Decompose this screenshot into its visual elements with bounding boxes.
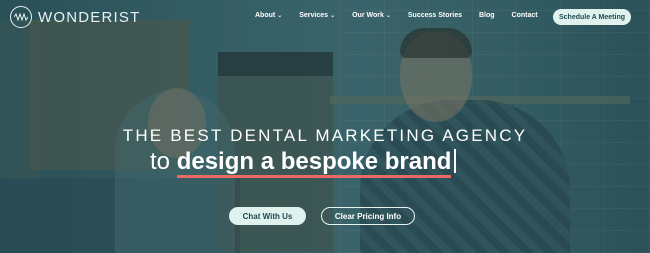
- nav-item-label: About: [255, 12, 276, 19]
- schedule-meeting-button[interactable]: Schedule A Meeting: [553, 9, 631, 25]
- nav-item-success-stories[interactable]: Success Stories: [408, 12, 462, 19]
- chevron-down-icon: ⌄: [385, 13, 391, 19]
- clear-pricing-button[interactable]: Clear Pricing Info: [321, 207, 415, 225]
- chat-with-us-button[interactable]: Chat With Us: [229, 207, 306, 225]
- main-menu: About ⌄ Services ⌄ Our Work ⌄ Success Stori…: [255, 12, 538, 19]
- text-cursor: [454, 149, 457, 173]
- nav-item-label: Services: [299, 12, 329, 19]
- nav-item-blog[interactable]: Blog: [479, 12, 495, 19]
- nav-item-our-work[interactable]: Our Work ⌄: [352, 12, 391, 19]
- hero-subline: to design a bespoke brand: [150, 148, 457, 178]
- chevron-down-icon: ⌄: [277, 13, 283, 19]
- nav-item-label: Success Stories: [407, 12, 462, 19]
- subline-accent: design a bespoke brand: [176, 148, 452, 178]
- nav-item-about[interactable]: About ⌄: [255, 12, 282, 19]
- nav-item-label: Contact: [511, 12, 538, 19]
- nav-item-label: Blog: [478, 12, 495, 19]
- hero-section: WONDERIST About ⌄ Services ⌄ Our Work ⌄ Suc…: [0, 0, 650, 253]
- nav-item-label: Our Work: [352, 12, 384, 19]
- nav-item-services[interactable]: Services ⌄: [299, 12, 335, 19]
- nav-item-contact[interactable]: Contact: [512, 12, 538, 19]
- hero-headline: THE BEST DENTAL MARKETING AGENCY: [122, 126, 528, 145]
- wave-circle-icon: [10, 6, 32, 28]
- subline-prefix: to: [150, 148, 171, 175]
- brand-logo[interactable]: WONDERIST: [10, 6, 140, 28]
- top-nav: WONDERIST About ⌄ Services ⌄ Our Work ⌄ Suc…: [0, 0, 650, 34]
- brand-name: WONDERIST: [38, 8, 141, 26]
- chevron-down-icon: ⌄: [330, 13, 336, 19]
